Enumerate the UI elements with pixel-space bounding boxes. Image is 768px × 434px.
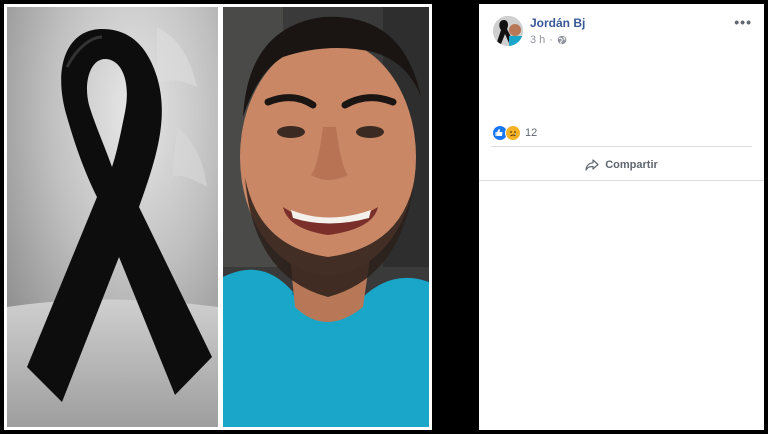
meta-separator: · [549,34,553,46]
globe-icon[interactable] [557,35,567,45]
divider [479,180,764,181]
more-options-button[interactable]: ••• [734,14,752,30]
photo-viewer: Jordán Bj 3 h · ••• 12 Compartir [0,0,768,434]
share-label: Compartir [605,159,658,171]
post-meta: 3 h · [530,34,567,46]
share-arrow-icon [585,159,599,171]
post-timestamp[interactable]: 3 h [530,34,545,46]
avatar[interactable] [493,16,523,46]
post-photo[interactable] [4,4,432,430]
post-sidebar: Jordán Bj 3 h · ••• 12 Compartir [479,4,764,430]
mourning-ribbon-image [7,7,218,427]
viewer-backdrop [432,4,479,430]
sad-reaction-icon [505,125,521,141]
reaction-count: 12 [525,127,538,139]
author-name-link[interactable]: Jordán Bj [530,16,585,30]
reactions-summary[interactable]: 12 [492,125,537,141]
person-portrait-image [223,7,429,427]
share-button[interactable]: Compartir [479,154,764,176]
divider [491,146,752,147]
